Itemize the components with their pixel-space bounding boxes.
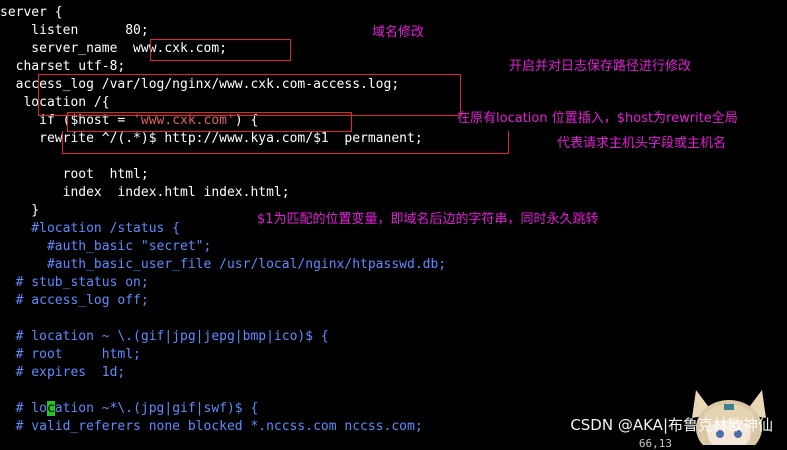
access-log-highlight-box — [38, 74, 461, 116]
config-line: root html; — [0, 167, 149, 182]
location-insert-annotation: 在原有location 位置插入，$host为rewrite全局 — [457, 111, 738, 126]
config-comment-line: # access_log off; — [0, 293, 149, 308]
host-meaning-annotation: 代表请求主机头字段或主机名 — [557, 136, 727, 151]
server-name-highlight-box — [150, 39, 291, 61]
config-comment-line: # location ~ \.(gif|jpg|jepg|bmp|ico)$ { — [0, 329, 329, 344]
if-host-highlight-box — [67, 112, 352, 132]
dollar1-annotation: $1为匹配的位置变量，即域名后边的字符串，同时永久跳转 — [257, 212, 599, 227]
config-comment-line: # root html; — [0, 347, 141, 362]
cursor-line-suffix: ation ~*\.(jpg|gif|swf)$ { — [54, 401, 259, 416]
log-path-annotation: 开启并对日志保存路径进行修改 — [509, 59, 692, 74]
config-comment-line: # valid_referers none blocked *.nccss.co… — [0, 419, 423, 434]
config-comment-line-cursor: # location ~*\.(jpg|gif|swf)$ { — [0, 400, 258, 418]
config-comment-line: #auth_basic_user_file /usr/local/nginx/h… — [0, 257, 447, 272]
cursor-position-status: 66,13 — [638, 437, 672, 450]
text-cursor[interactable]: c — [46, 401, 55, 416]
config-comment-line: # expires 1d; — [0, 365, 126, 380]
config-line: listen 80; — [0, 23, 149, 38]
cursor-line-prefix: # lo — [0, 401, 47, 416]
config-comment-line: #auth_basic "secret"; — [0, 239, 212, 254]
rewrite-highlight-box — [62, 131, 509, 154]
config-line: server { — [0, 5, 63, 20]
config-comment-line: # stub_status on; — [0, 275, 149, 290]
config-line: } — [0, 203, 40, 218]
domain-edit-annotation: 域名修改 — [372, 25, 425, 40]
config-line: index index.html index.html; — [0, 185, 290, 200]
config-comment-line: #location /status { — [0, 221, 181, 236]
csdn-watermark: CSDN @AKA|布鲁克林欧神仙 — [570, 416, 773, 434]
